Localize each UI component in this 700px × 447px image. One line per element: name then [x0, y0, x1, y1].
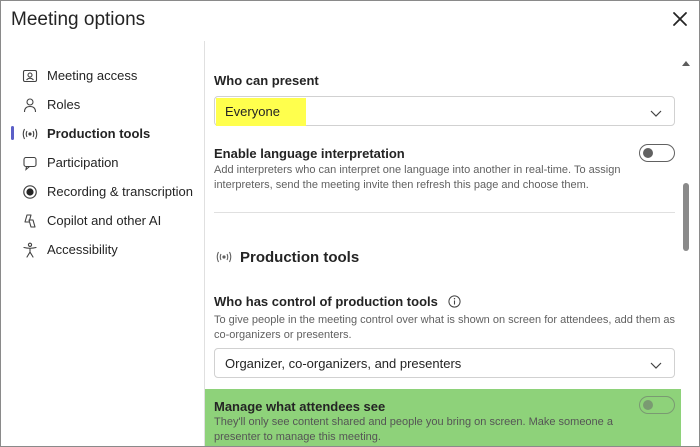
meeting-options-dialog: Meeting options Meeting access Roles Pro… — [0, 0, 700, 447]
section-divider — [214, 212, 675, 213]
language-interpretation-description: Add interpreters who can interpret one l… — [214, 164, 621, 191]
person-card-icon — [20, 66, 40, 86]
toggle-knob — [643, 400, 653, 410]
dialog-title: Meeting options — [11, 9, 146, 30]
chat-icon — [20, 153, 40, 173]
manage-attendees-description: They'll only see content shared and peop… — [214, 416, 613, 443]
sidebar-item-label: Recording & transcription — [47, 184, 193, 199]
scrollbar[interactable] — [681, 51, 691, 446]
who-can-present-value: Everyone — [225, 104, 280, 119]
production-control-text: Who has control of production tools — [214, 294, 438, 309]
record-icon — [20, 182, 40, 202]
sidebar-item-meeting-access[interactable]: Meeting access — [11, 61, 201, 90]
copilot-icon — [20, 211, 40, 231]
active-indicator — [11, 126, 14, 140]
close-icon[interactable] — [671, 10, 689, 28]
language-interpretation-toggle[interactable] — [639, 144, 675, 162]
info-icon[interactable] — [447, 295, 461, 308]
production-control-value: Organizer, co-organizers, and presenters — [225, 356, 462, 371]
section-title: Production tools — [240, 248, 360, 266]
broadcast-icon — [20, 124, 40, 144]
toggle-knob — [643, 148, 653, 158]
production-tools-heading: Production tools — [214, 247, 359, 267]
manage-attendees-toggle[interactable] — [639, 396, 675, 414]
options-panel: Who can present Everyone Enable language… — [205, 41, 681, 446]
sidebar-item-label: Participation — [47, 155, 119, 170]
sidebar-item-participation[interactable]: Participation — [11, 148, 201, 177]
manage-attendees-highlight: Manage what attendees see They'll only s… — [205, 389, 681, 446]
broadcast-icon — [214, 247, 234, 267]
manage-attendees-label: Manage what attendees see — [214, 399, 386, 414]
sidebar-item-label: Accessibility — [47, 242, 118, 257]
sidebar-item-accessibility[interactable]: Accessibility — [11, 235, 201, 264]
accessibility-icon — [20, 240, 40, 260]
sidebar-nav: Meeting access Roles Production tools Pa… — [11, 61, 201, 264]
scroll-up-arrow[interactable] — [682, 61, 690, 66]
chevron-down-icon — [650, 106, 662, 118]
sidebar-item-label: Meeting access — [47, 68, 138, 83]
who-can-present-dropdown[interactable]: Everyone — [214, 96, 675, 126]
scrollbar-thumb[interactable] — [683, 183, 689, 251]
person-icon — [20, 95, 40, 115]
sidebar-item-label: Production tools — [47, 126, 151, 141]
production-control-label: Who has control of production tools — [214, 294, 461, 309]
sidebar-item-recording[interactable]: Recording & transcription — [11, 177, 201, 206]
sidebar-item-copilot[interactable]: Copilot and other AI — [11, 206, 201, 235]
sidebar-item-label: Copilot and other AI — [47, 213, 162, 228]
sidebar-item-label: Roles — [47, 97, 81, 112]
production-control-dropdown[interactable]: Organizer, co-organizers, and presenters — [214, 348, 675, 378]
who-can-present-label: Who can present — [214, 73, 319, 88]
sidebar-item-production-tools[interactable]: Production tools — [11, 119, 201, 148]
sidebar-item-roles[interactable]: Roles — [11, 90, 201, 119]
chevron-down-icon — [650, 358, 662, 370]
language-interpretation-label: Enable language interpretation — [214, 146, 405, 161]
production-control-description: To give people in the meeting control ov… — [214, 314, 676, 341]
